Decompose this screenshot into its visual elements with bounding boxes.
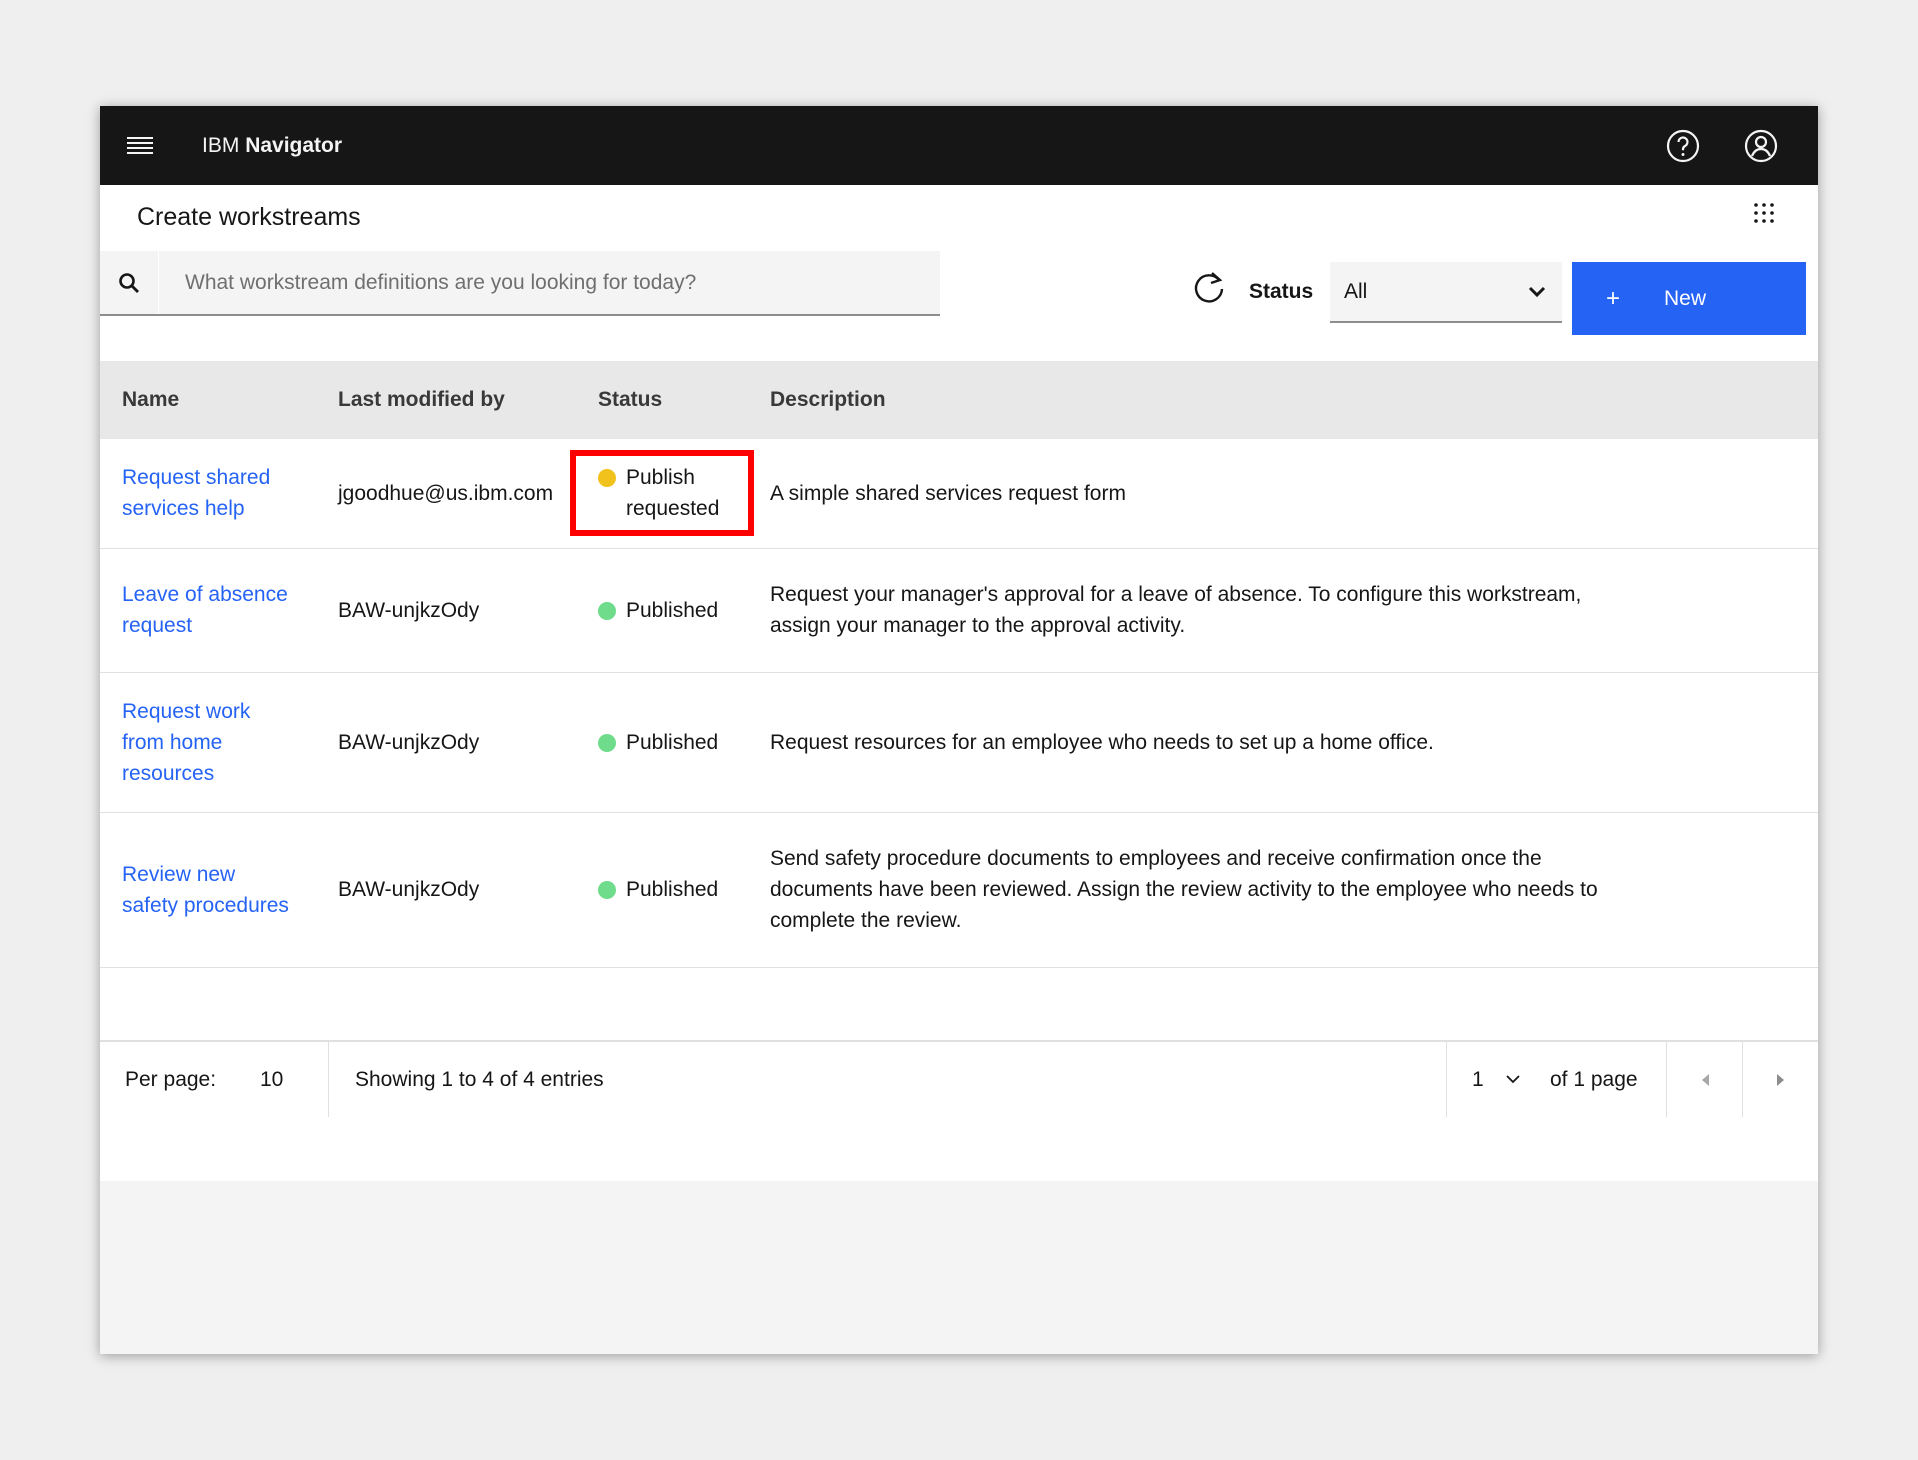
status-dot-icon [598, 881, 616, 899]
user-profile-icon[interactable] [1722, 106, 1800, 185]
entries-summary: Showing 1 to 4 of 4 entries [355, 1067, 604, 1091]
status-text: Publish requested [626, 462, 719, 524]
new-button-label: New [1664, 286, 1707, 310]
column-header-status[interactable]: Status [576, 361, 748, 439]
per-page-label: Per page: [125, 1067, 217, 1091]
name-line: request [122, 614, 193, 637]
help-icon[interactable] [1644, 106, 1722, 185]
app-brand[interactable]: IBM Navigator [202, 134, 342, 158]
search-icon[interactable] [100, 251, 158, 314]
previous-page-button[interactable] [1667, 1042, 1742, 1117]
workstream-name-link[interactable]: Request shared services help [122, 462, 316, 524]
status-dot-icon [598, 733, 616, 752]
name-cell: Leave of absence request [100, 548, 316, 673]
app-window: IBM Navigator Create workstreams What wo… [100, 106, 1818, 1354]
status-highlight-box: Publish requested [570, 450, 754, 537]
status-cell: Published [576, 812, 748, 968]
table-header-row: Name Last modified by Status Description [100, 361, 1818, 439]
total-pages-text: of 1 page [1550, 1067, 1638, 1091]
name-line: Leave of absence [122, 583, 288, 606]
status-dot-icon [598, 469, 616, 488]
hamburger-menu-icon[interactable] [100, 106, 180, 185]
workstream-name-link[interactable]: Leave of absence request [122, 579, 316, 641]
modified-by-cell: BAW-unjkzOdy [316, 672, 576, 813]
description-line: documents have been reviewed. Assign the… [770, 878, 1598, 901]
name-cell: Request shared services help [100, 439, 316, 549]
description-line: assign your manager to the approval acti… [770, 614, 1186, 637]
next-page-button[interactable] [1743, 1042, 1818, 1117]
status-indicator: Published [598, 874, 748, 905]
search-bar [100, 251, 940, 316]
modified-by-cell: BAW-unjkzOdy [316, 812, 576, 968]
refresh-icon[interactable] [1190, 269, 1228, 307]
name-line: resources [122, 761, 215, 785]
footer-area [100, 1181, 1818, 1276]
name-line: Request shared [122, 466, 271, 490]
description-cell: Send safety procedure documents to emplo… [748, 812, 1818, 968]
pager-divider [1446, 1042, 1447, 1117]
name-line: safety procedures [122, 893, 289, 917]
status-indicator: Published [598, 727, 748, 758]
status-dot-icon [598, 601, 616, 620]
description-line: Request your manager's approval for a le… [770, 583, 1582, 606]
chevron-down-icon [1506, 1075, 1520, 1084]
status-filter-value: All [1344, 279, 1368, 303]
search-divider [158, 251, 159, 314]
page-select[interactable]: 1 [1472, 1042, 1520, 1117]
status-text: Published [626, 598, 719, 622]
top-navigation-bar: IBM Navigator [100, 106, 1818, 185]
caret-right-icon [1776, 1073, 1784, 1086]
column-header-name[interactable]: Name [100, 361, 316, 439]
workstream-name-link[interactable]: Review new safety procedures [122, 859, 316, 921]
status-line: Publish [626, 466, 695, 490]
table-row[interactable]: Request shared services help jgoodhue@us… [100, 439, 1818, 549]
status-cell: Publish requested [570, 439, 754, 549]
caret-left-icon [1701, 1073, 1709, 1086]
description-line: Send safety procedure documents to emplo… [770, 847, 1542, 870]
plus-icon: + [1606, 284, 1621, 312]
status-indicator: Published [598, 595, 748, 626]
workstream-name-link[interactable]: Request work from home resources [122, 696, 316, 789]
status-line: requested [626, 497, 720, 521]
name-line: Review new [122, 862, 236, 886]
name-cell: Request work from home resources [100, 672, 316, 813]
column-header-last-modified[interactable]: Last modified by [316, 361, 576, 439]
description-cell: Request resources for an employee who ne… [748, 672, 1818, 813]
description-line: complete the review. [770, 909, 962, 932]
search-input[interactable] [183, 269, 927, 296]
status-filter-select[interactable]: All [1330, 262, 1562, 323]
name-line: Request work [122, 699, 251, 723]
brand-name: Navigator [245, 133, 343, 157]
table-row[interactable]: Review new safety procedures BAW-unjkzOd… [100, 812, 1818, 968]
column-header-description[interactable]: Description [748, 361, 1818, 439]
app-switcher-icon[interactable] [1750, 199, 1778, 227]
description-cell: A simple shared services request form [748, 439, 1818, 549]
header-actions [1644, 106, 1800, 185]
status-text: Published [626, 878, 719, 901]
status-cell: Published [576, 672, 748, 813]
name-line: from home [122, 730, 223, 754]
name-cell: Review new safety procedures [100, 812, 316, 968]
description-cell: Request your manager's approval for a le… [748, 548, 1818, 673]
main-content: Create workstreams Stat [100, 185, 1818, 1260]
current-page-value: 1 [1472, 1067, 1484, 1091]
modified-by-cell: jgoodhue@us.ibm.com [316, 439, 576, 549]
per-page-select[interactable]: 10 [248, 1042, 295, 1117]
workstreams-table: Name Last modified by Status Description… [100, 361, 1818, 968]
status-cell: Published [576, 548, 748, 673]
table-row[interactable]: Leave of absence request BAW-unjkzOdy Pu… [100, 548, 1818, 673]
pager-divider [328, 1042, 329, 1117]
pagination-bar: Per page: 10 Showing 1 to 4 of 4 entries… [100, 1040, 1818, 1117]
name-line: services help [122, 497, 245, 521]
table-row[interactable]: Request work from home resources BAW-unj… [100, 672, 1818, 813]
new-workstream-button[interactable]: + New [1572, 262, 1806, 335]
status-text: Published [626, 730, 719, 754]
modified-by-cell: BAW-unjkzOdy [316, 548, 576, 673]
brand-prefix: IBM [202, 133, 240, 157]
page-title: Create workstreams [137, 203, 361, 231]
chevron-down-icon [1528, 286, 1546, 297]
status-filter-label: Status [1249, 280, 1314, 303]
